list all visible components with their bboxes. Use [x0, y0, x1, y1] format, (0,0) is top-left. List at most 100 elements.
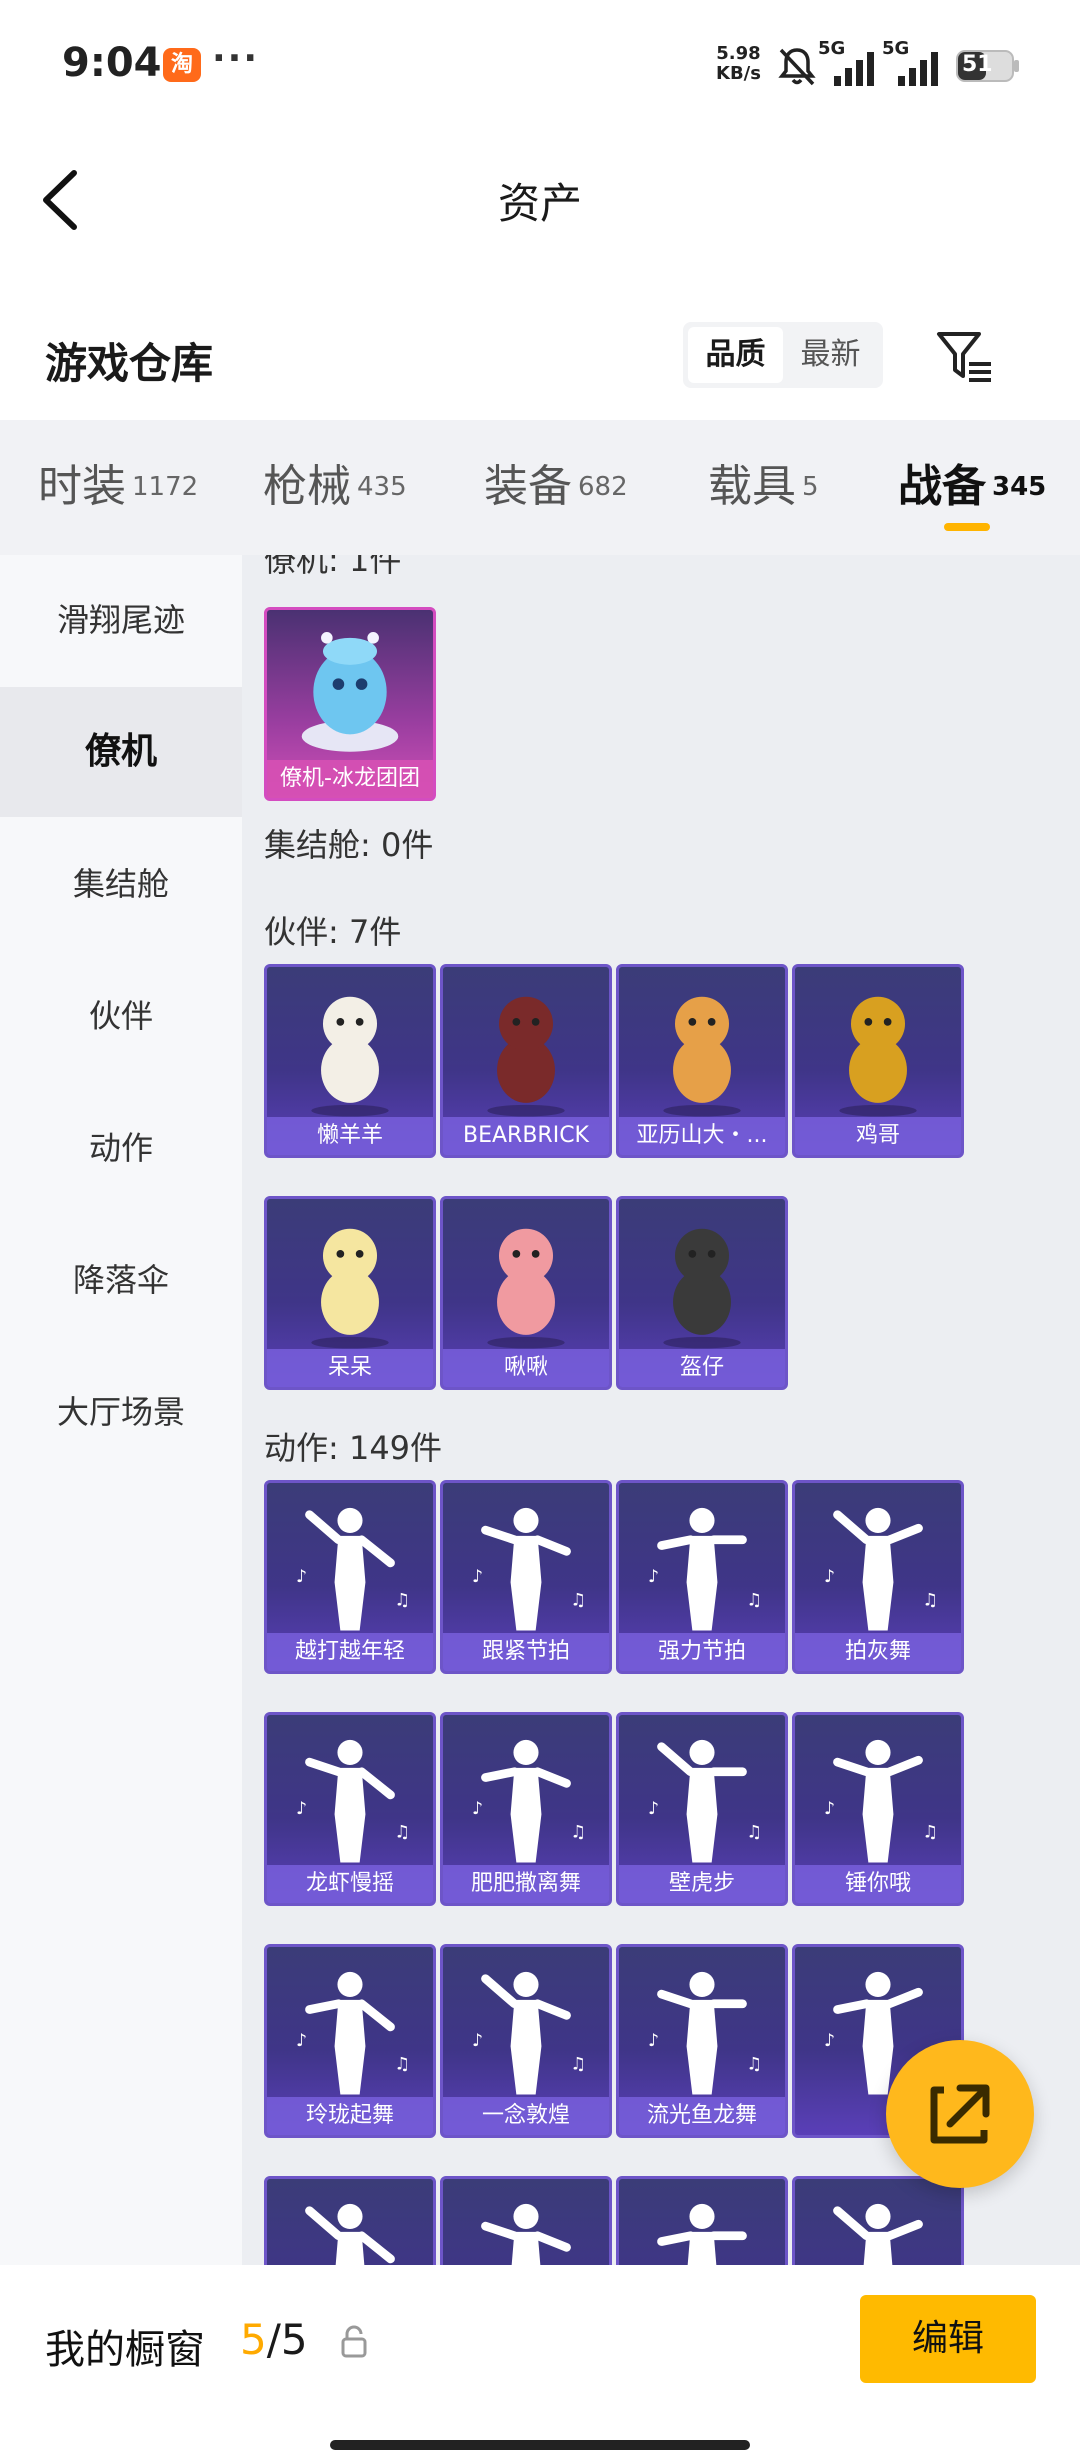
subnav-partner[interactable]: 伙伴	[0, 951, 242, 1081]
dance-silhouette-icon: ♪♫	[472, 1971, 586, 2095]
svg-text:♪: ♪	[296, 1567, 307, 1587]
item-card[interactable]: ♪ ♫ 拍灰舞	[792, 1480, 964, 1674]
item-card[interactable]: ♪ ♫ 越打越年轻	[264, 1480, 436, 1674]
dance-silhouette-icon: ♪♫	[824, 2203, 923, 2265]
network-speed: 5.98 KB/s	[716, 44, 761, 84]
showcase-total: 5	[280, 2315, 308, 2364]
tab-label: 载具	[708, 461, 796, 512]
svg-text:♫: ♫	[922, 1590, 938, 1610]
item-card-label: 强力节拍	[619, 1633, 785, 1671]
partner-figure-icon	[311, 1228, 389, 1349]
sort-toggle: 品质 最新	[683, 322, 883, 388]
dance-silhouette-icon: ♪♫	[296, 1507, 410, 1631]
battery-icon: 51	[956, 50, 1020, 82]
mute-icon	[778, 48, 816, 86]
tab-label: 装备	[484, 461, 572, 512]
item-card[interactable]: ♪♫	[792, 2176, 964, 2265]
item-card-label: 越打越年轻	[267, 1633, 433, 1671]
svg-text:♪: ♪	[472, 2031, 483, 2051]
filter-icon[interactable]	[935, 328, 995, 384]
partner-figure-icon	[311, 996, 389, 1117]
item-card-label: 亚历山大・...	[619, 1117, 785, 1155]
more-notifications-icon: ···	[212, 38, 260, 79]
showcase-label: 我的橱窗	[45, 2327, 205, 2373]
item-card[interactable]: ♪ ♫ 强力节拍	[616, 1480, 788, 1674]
item-grid-area[interactable]: 僚机: 1件 僚机-冰龙团团 集结舱: 0件 伙伴: 7件 懒羊羊 BEARBRI…	[242, 555, 1080, 2265]
svg-text:♪: ♪	[296, 2031, 307, 2051]
item-card[interactable]: ♪♫	[440, 2176, 612, 2265]
subnav-parachute[interactable]: 降落伞	[0, 1215, 242, 1345]
item-card-label: 拍灰舞	[795, 1633, 961, 1671]
dance-silhouette-icon: ♪♫	[824, 1507, 938, 1631]
tab-guns[interactable]: 枪械 435	[263, 450, 407, 530]
battery-level: 51	[962, 52, 993, 77]
item-card[interactable]: BEARBRICK	[440, 964, 612, 1158]
partner-figure-icon	[839, 996, 917, 1117]
status-time: 9:04	[62, 40, 162, 86]
item-card-label: BEARBRICK	[443, 1117, 609, 1155]
item-card[interactable]: 亚历山大・...	[616, 964, 788, 1158]
subnav-glide-trail[interactable]: 滑翔尾迹	[0, 555, 242, 685]
page-header: 资产	[0, 130, 1080, 270]
tab-fashion[interactable]: 时装 1172	[38, 450, 198, 530]
share-fab-button[interactable]	[886, 2040, 1034, 2188]
showcase-bar: 我的橱窗 5/5 编辑	[0, 2265, 1080, 2460]
item-card-label: 鸡哥	[795, 1117, 961, 1155]
item-card[interactable]: 盔仔	[616, 1196, 788, 1390]
item-card[interactable]: ♪ ♫ 跟紧节拍	[440, 1480, 612, 1674]
subnav-lobby-scene[interactable]: 大厅场景	[0, 1347, 242, 1477]
item-card[interactable]: ♪ ♫ 玲珑起舞	[264, 1944, 436, 2138]
item-card-label: 玲珑起舞	[267, 2097, 433, 2135]
share-icon	[930, 2084, 990, 2144]
tab-combat-supplies[interactable]: 战备 345	[898, 450, 1046, 530]
edit-button[interactable]: 编辑	[860, 2295, 1036, 2383]
item-card[interactable]: ♪♫	[616, 2176, 788, 2265]
item-card-label: 啾啾	[443, 1349, 609, 1387]
tab-count: 435	[357, 471, 407, 502]
item-card[interactable]: ♪ ♫ 肥肥撒离舞	[440, 1712, 612, 1906]
item-card-label: 跟紧节拍	[443, 1633, 609, 1671]
svg-text:♫: ♫	[394, 1822, 410, 1842]
subnav-emote[interactable]: 动作	[0, 1083, 242, 1213]
tab-count: 345	[992, 471, 1047, 502]
subnav-capsule[interactable]: 集结舱	[0, 819, 242, 949]
item-card[interactable]: ♪ ♫ 一念敦煌	[440, 1944, 612, 2138]
sort-quality-button[interactable]: 品质	[688, 327, 783, 383]
dance-silhouette-icon: ♪♫	[648, 1739, 762, 1863]
tab-count: 1172	[132, 471, 199, 502]
item-card[interactable]: 呆呆	[264, 1196, 436, 1390]
item-card-label: 锤你哦	[795, 1865, 961, 1903]
item-card[interactable]: 啾啾	[440, 1196, 612, 1390]
svg-text:♫: ♫	[570, 1822, 586, 1842]
tab-vehicles[interactable]: 载具 5	[708, 450, 819, 530]
dance-silhouette-icon: ♪♫	[824, 1739, 938, 1863]
svg-text:♪: ♪	[824, 1567, 835, 1587]
item-card-label: 肥肥撒离舞	[443, 1865, 609, 1903]
svg-text:♪: ♪	[472, 1567, 483, 1587]
item-card[interactable]: ♪ ♫ 龙虾慢摇	[264, 1712, 436, 1906]
tab-label: 枪械	[263, 461, 351, 512]
item-card[interactable]: ♪ ♫ 锤你哦	[792, 1712, 964, 1906]
item-card[interactable]: 僚机-冰龙团团	[264, 607, 436, 801]
item-card[interactable]: ♪♫	[264, 2176, 436, 2265]
subnav-wingman[interactable]: 僚机	[0, 687, 242, 817]
sort-newest-button[interactable]: 最新	[783, 327, 878, 383]
tab-equipment[interactable]: 装备 682	[484, 450, 628, 530]
item-card[interactable]: 懒羊羊	[264, 964, 436, 1158]
dance-silhouette-icon: ♪♫	[648, 1971, 762, 2095]
dance-silhouette-icon: ♪♫	[472, 1507, 586, 1631]
category-tabs: 时装 1172 枪械 435 装备 682 载具 5 战备 345	[0, 420, 1080, 555]
item-card-label: 一念敦煌	[443, 2097, 609, 2135]
tab-label: 战备	[898, 461, 986, 512]
item-card-label: 僚机-冰龙团团	[267, 760, 433, 798]
item-card-label: 懒羊羊	[267, 1117, 433, 1155]
svg-text:♫: ♫	[746, 1822, 762, 1842]
item-card[interactable]: ♪ ♫ 流光鱼龙舞	[616, 1944, 788, 2138]
dance-silhouette-icon: ♪♫	[648, 2203, 747, 2265]
item-card[interactable]: ♪ ♫ 壁虎步	[616, 1712, 788, 1906]
svg-text:♫: ♫	[570, 2054, 586, 2074]
item-card[interactable]: 鸡哥	[792, 964, 964, 1158]
active-tab-indicator	[944, 523, 990, 531]
ice-dragon-figure-icon	[301, 632, 399, 752]
item-card-label: 龙虾慢摇	[267, 1865, 433, 1903]
